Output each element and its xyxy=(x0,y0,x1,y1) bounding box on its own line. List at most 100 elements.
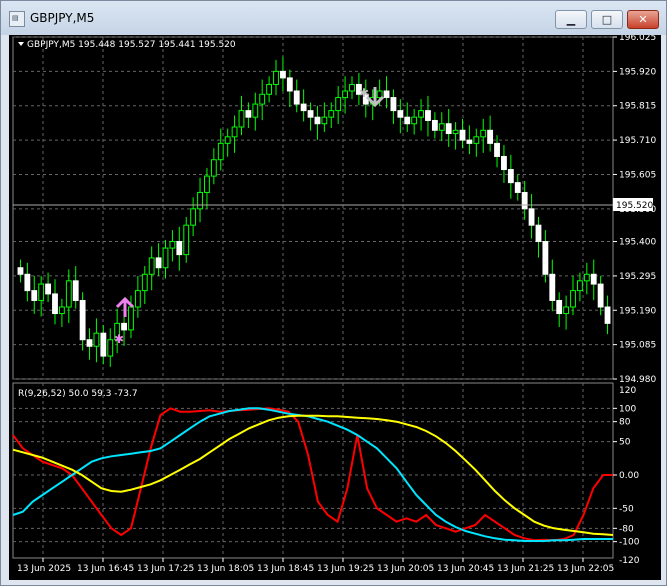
candle-body xyxy=(93,332,100,347)
candle-body xyxy=(404,116,411,125)
candle-body xyxy=(266,83,273,95)
candle-body xyxy=(501,155,507,171)
candle-body xyxy=(604,306,611,324)
candle-body xyxy=(570,290,576,308)
ind-tick-label: 0.00 xyxy=(619,471,639,481)
candle-body xyxy=(507,169,514,184)
candle-body xyxy=(245,110,252,118)
candle-body xyxy=(335,97,342,112)
ind-tick-label: 80 xyxy=(619,418,631,428)
candle-body xyxy=(204,175,210,193)
time-tick-label: 13 Jun 20:05 xyxy=(377,564,434,574)
candle-body xyxy=(390,97,397,112)
candle-body xyxy=(438,123,445,131)
time-tick-label: 13 Jun 19:25 xyxy=(317,564,374,574)
candle-body xyxy=(197,191,203,210)
candle-body xyxy=(328,110,335,118)
candle-body xyxy=(231,126,238,138)
candle-body xyxy=(45,283,51,295)
current-price-label: 195.520 xyxy=(616,201,653,211)
candle-body xyxy=(556,299,563,315)
candle-body xyxy=(563,306,570,315)
ind-tick-label: -120 xyxy=(619,556,640,566)
candle-body xyxy=(349,83,355,92)
candle-body xyxy=(107,339,114,357)
candle-body xyxy=(528,208,535,226)
candle-body xyxy=(425,110,431,121)
candle-body xyxy=(494,142,500,157)
price-tick-label: 194.980 xyxy=(619,375,656,385)
ind-tick-label: 120 xyxy=(619,386,636,396)
candle-body xyxy=(307,110,314,118)
price-tick-label: 195.085 xyxy=(619,341,656,351)
candle-body xyxy=(535,224,542,243)
candle-body xyxy=(273,70,279,85)
candle-body xyxy=(190,208,197,226)
chart-area[interactable]: 196.025 195.920 195.815 195.710 195.605 195.5… xyxy=(9,33,661,580)
price-tick-label: 195.295 xyxy=(619,272,656,282)
candle-body xyxy=(418,110,424,118)
indicator-info-label: R(9,26,52) 50.0 59.3 -73.7 xyxy=(18,389,138,399)
title-bar[interactable]: ▤ GBPJPY,M5 ▁ □ ✕ xyxy=(1,1,666,35)
sell-star-icon: ✱ xyxy=(359,86,369,100)
candle-body xyxy=(224,136,231,144)
candle-body xyxy=(445,123,452,135)
candle-body xyxy=(314,116,321,125)
ind-tick-label: 50 xyxy=(619,438,631,448)
price-info-label: GBPJPY,M5 195.448 195.527 195.441 195.52… xyxy=(27,40,236,50)
close-button[interactable]: ✕ xyxy=(627,10,659,29)
candle-body xyxy=(411,116,418,125)
candle-body xyxy=(128,306,134,331)
candle-body xyxy=(58,306,65,315)
chart-window-icon: ▤ xyxy=(9,11,25,27)
candle-body xyxy=(300,103,307,112)
candle-body xyxy=(31,290,38,301)
time-tick-label: 13 Jun 21:25 xyxy=(497,564,554,574)
candle-body xyxy=(549,273,556,301)
ind-tick-label: -80 xyxy=(619,524,634,534)
candle-body xyxy=(134,290,141,308)
candle-body xyxy=(176,241,183,256)
candle-body xyxy=(590,273,597,285)
candle-body xyxy=(293,90,300,105)
candle-body xyxy=(342,90,348,99)
candle-body xyxy=(121,322,127,331)
price-tick-label: 195.920 xyxy=(619,67,656,77)
candle-body xyxy=(259,93,266,105)
candle-body xyxy=(487,129,494,144)
candle-body xyxy=(280,70,286,79)
chart-svg[interactable]: 196.025 195.920 195.815 195.710 195.605 195.5… xyxy=(9,33,661,580)
maximize-button[interactable]: □ xyxy=(591,10,623,29)
buy-star-icon: ✱ xyxy=(114,332,124,346)
candle-body xyxy=(480,129,487,138)
time-tick-label: 13 Jun 20:45 xyxy=(437,564,494,574)
time-tick-label: 13 Jun 16:45 xyxy=(77,564,134,574)
candle-body xyxy=(521,191,528,210)
ind-tick-label: -100 xyxy=(619,538,640,548)
window-title: GBPJPY,M5 xyxy=(30,11,95,25)
price-tick-label: 195.710 xyxy=(619,136,656,146)
collapse-arrow-icon[interactable] xyxy=(18,42,24,46)
candle-body xyxy=(79,299,86,341)
candle-body xyxy=(452,129,459,135)
candle-body xyxy=(65,280,72,308)
candle-body xyxy=(17,267,24,275)
time-tick-label: 13 Jun 17:25 xyxy=(137,564,194,574)
minimize-button[interactable]: ▁ xyxy=(555,10,587,29)
ind-tick-label: 100 xyxy=(619,404,636,414)
candle-body xyxy=(162,247,169,269)
price-tick-label: 195.605 xyxy=(619,170,656,180)
time-tick-label: 13 Jun 18:45 xyxy=(257,564,314,574)
candle-body xyxy=(583,273,590,282)
candle-body xyxy=(100,332,107,357)
candle-body xyxy=(383,90,390,99)
candle-body xyxy=(148,257,155,275)
candle-body xyxy=(141,273,148,292)
candle-body xyxy=(169,241,176,249)
candle-body xyxy=(52,293,58,315)
candle-body xyxy=(72,280,79,301)
candle-body xyxy=(217,142,224,161)
candle-body xyxy=(376,90,383,99)
candle-body xyxy=(286,77,293,92)
chart-window: ▤ GBPJPY,M5 ▁ □ ✕ 196.025 195.920 195.815 1… xyxy=(0,0,667,586)
